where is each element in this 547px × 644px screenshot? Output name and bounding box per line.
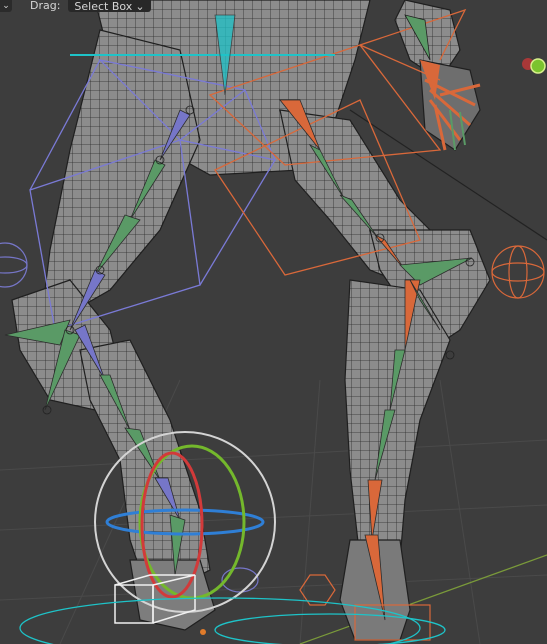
drag-label: Drag: — [30, 0, 61, 12]
character-mesh — [11, 0, 491, 641]
x-axis-line — [299, 554, 547, 644]
drag-select-dropdown[interactable]: Select Box ⌄ — [68, 0, 151, 13]
header-toolbar: ⌄ Drag: Select Box ⌄ — [0, 0, 151, 12]
3d-viewport[interactable]: ⌄ Drag: Select Box ⌄ — [0, 0, 547, 644]
chevron-down-icon: ⌄ — [135, 0, 145, 13]
3d-cursor[interactable] — [200, 629, 206, 635]
viewport-scene[interactable] — [0, 0, 547, 644]
green-object-marker[interactable] — [530, 58, 546, 74]
drag-select-value: Select Box — [74, 0, 133, 13]
menu-chevron-icon[interactable]: ⌄ — [0, 0, 12, 12]
